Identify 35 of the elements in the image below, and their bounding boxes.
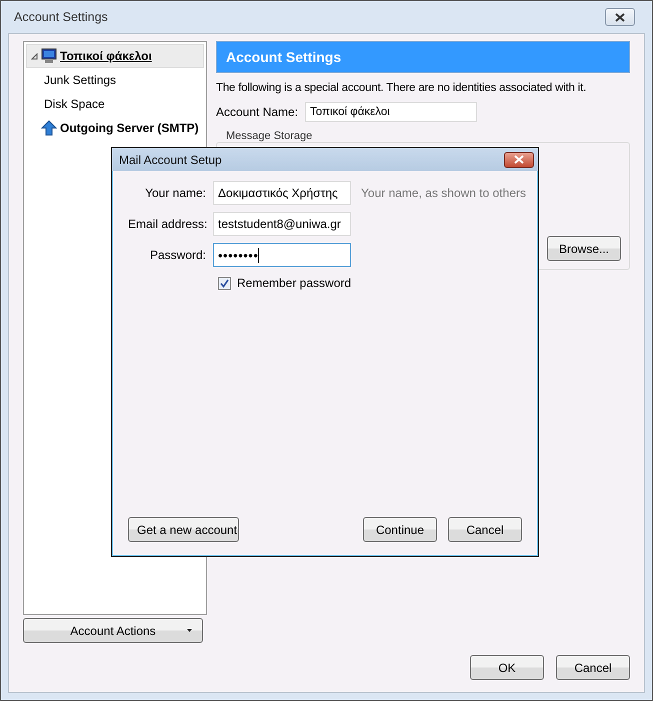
group-title: Message Storage [226, 130, 314, 142]
account-name-field[interactable]: Τοπικοί φάκελοι [305, 102, 478, 122]
dialog-button[interactable]: OK [470, 655, 544, 680]
account-note: The following is a special account. There are no identities associated with it. [216, 82, 588, 94]
dialog-title: Mail Account Setup [119, 152, 222, 166]
password-field[interactable]: •••••••• [213, 243, 351, 267]
get-account-button[interactable]: Get a new account [128, 517, 239, 542]
dialog-button[interactable]: Cancel [556, 655, 630, 680]
close-button[interactable] [504, 152, 534, 168]
field-label: Email address: [128, 217, 206, 231]
dialog-button[interactable]: Cancel [448, 517, 522, 542]
tree-item[interactable]: Junk Settings [26, 68, 204, 92]
checkbox[interactable] [218, 276, 231, 290]
panel-header: Account Settings [216, 41, 630, 73]
tree-item[interactable]: Disk Space [26, 92, 204, 116]
text-field[interactable]: teststudent8@uniwa.gr [213, 212, 351, 236]
field-hint: Your name, as shown to others [361, 186, 526, 200]
browse-button[interactable]: Browse... [547, 236, 621, 261]
text-field[interactable]: Δοκιμαστικός Χρήστης [213, 181, 351, 205]
field-label: Your name: [144, 186, 206, 200]
field-label: Password: [148, 248, 206, 262]
window-title: Account Settings [14, 10, 108, 24]
account-actions-button[interactable]: Account Actions [23, 618, 203, 643]
close-button[interactable] [605, 8, 635, 26]
close-icon [615, 12, 625, 22]
tree-item[interactable]: Τοπικοί φάκελοι [26, 44, 204, 68]
computer-icon [41, 48, 57, 64]
tree-item[interactable]: Outgoing Server (SMTP) [26, 116, 204, 140]
expand-arrow-icon[interactable] [31, 52, 38, 60]
field-label: Account Name: [216, 105, 298, 119]
close-icon [514, 155, 524, 164]
checkbox-label: Remember password [237, 276, 352, 290]
dialog-button[interactable]: Continue [363, 517, 437, 542]
dropdown-arrow-icon [187, 629, 192, 632]
upload-arrow-icon [41, 120, 57, 136]
